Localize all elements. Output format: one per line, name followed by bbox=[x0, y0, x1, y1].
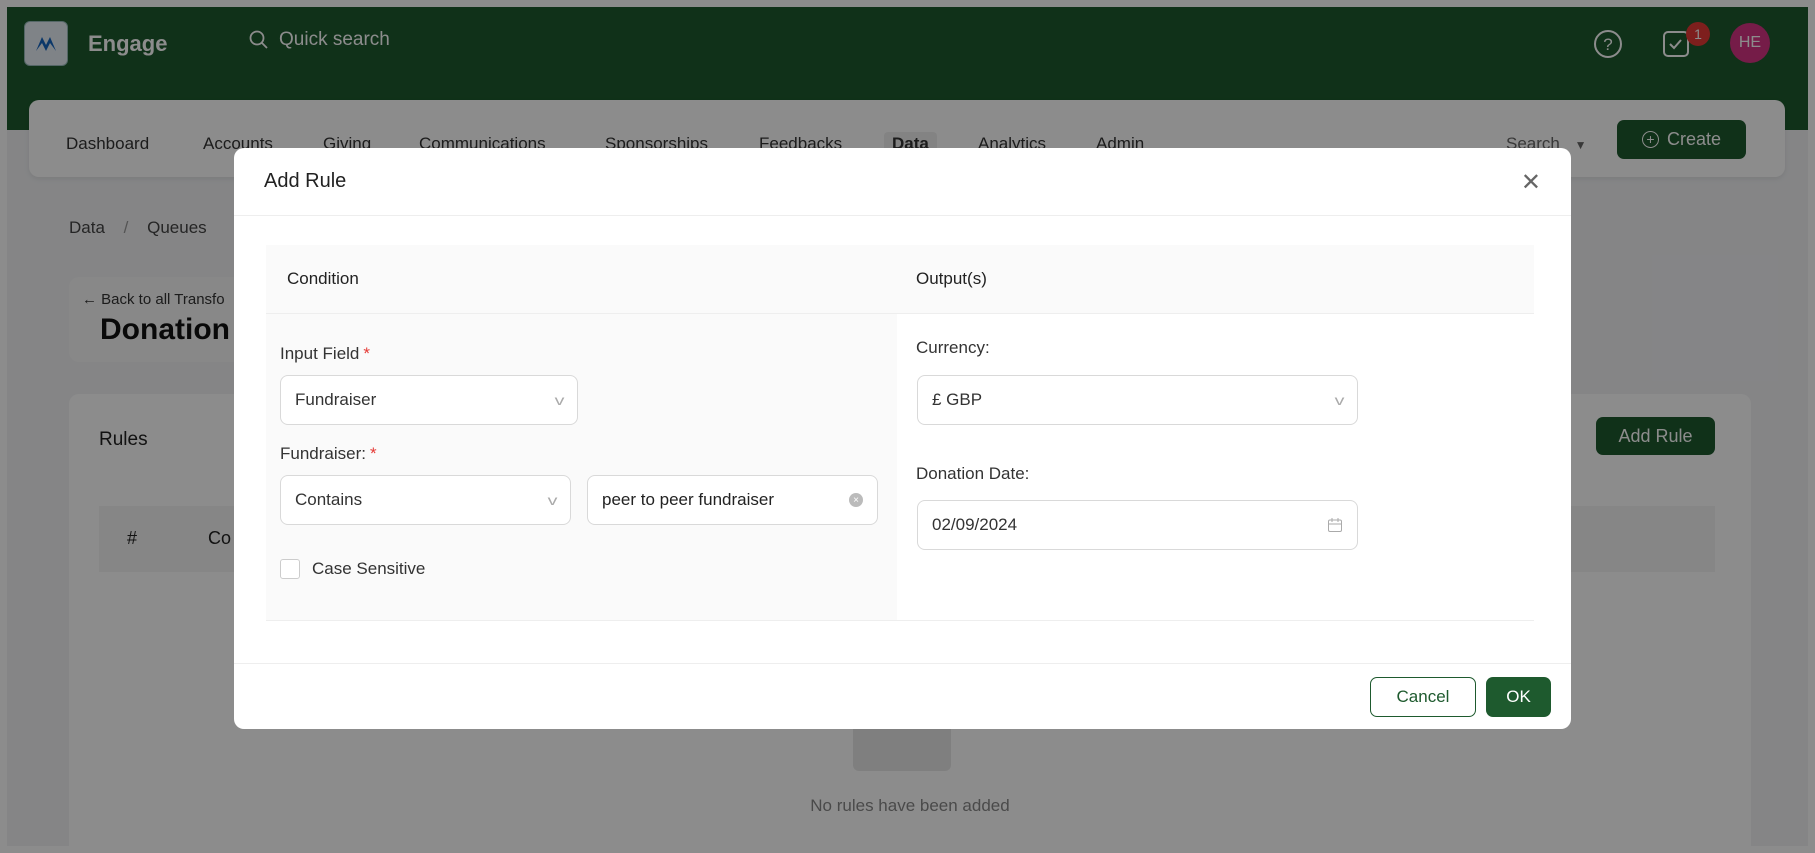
header-divider bbox=[234, 215, 1571, 216]
calendar-icon bbox=[1328, 518, 1342, 532]
match-value-input[interactable]: peer to peer fundraiser × bbox=[587, 475, 878, 525]
footer-divider bbox=[234, 663, 1571, 664]
operator-value: Contains bbox=[295, 490, 363, 509]
donation-date-value: 02/09/2024 bbox=[932, 515, 1018, 534]
input-field-value: Fundraiser bbox=[295, 390, 377, 409]
currency-select[interactable]: £ GBP v bbox=[917, 375, 1358, 425]
cancel-button[interactable]: Cancel bbox=[1370, 677, 1476, 717]
chevron-down-icon: v bbox=[547, 492, 558, 508]
currency-label: Currency: bbox=[916, 338, 990, 357]
donation-date-picker[interactable]: 02/09/2024 bbox=[917, 500, 1358, 550]
rule-table-header: Condition Output(s) bbox=[266, 245, 1534, 314]
chevron-down-icon: v bbox=[554, 392, 565, 408]
case-sensitive-label: Case Sensitive bbox=[312, 559, 426, 578]
modal-title: Add Rule bbox=[264, 170, 347, 192]
input-field-label: Input Field * bbox=[280, 344, 371, 363]
close-icon[interactable]: ✕ bbox=[1521, 168, 1541, 197]
case-sensitive-checkbox[interactable]: Case Sensitive bbox=[280, 559, 425, 579]
input-field-select[interactable]: Fundraiser v bbox=[280, 375, 578, 425]
checkbox-box[interactable] bbox=[280, 559, 300, 579]
table-bottom-border bbox=[266, 620, 1534, 621]
chevron-down-icon: v bbox=[1334, 392, 1345, 408]
donation-date-label: Donation Date: bbox=[916, 464, 1030, 483]
currency-value: £ GBP bbox=[932, 390, 983, 409]
match-value: peer to peer fundraiser bbox=[602, 490, 774, 509]
condition-header: Condition bbox=[287, 269, 359, 288]
clear-icon[interactable]: × bbox=[849, 493, 863, 507]
add-rule-modal: Add Rule ✕ Condition Output(s) Input Fie… bbox=[234, 148, 1571, 729]
fundraiser-label: Fundraiser: * bbox=[280, 444, 377, 463]
output-header: Output(s) bbox=[916, 269, 987, 288]
ok-button[interactable]: OK bbox=[1486, 677, 1551, 717]
operator-select[interactable]: Contains v bbox=[280, 475, 571, 525]
